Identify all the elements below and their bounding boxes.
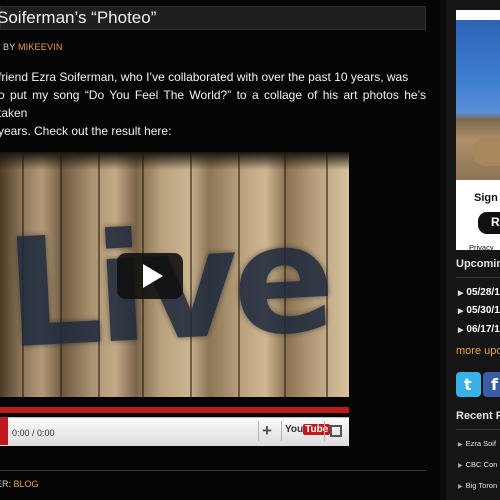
youtube-tube: Tube	[303, 424, 331, 435]
post-title[interactable]: Soiferman’s “Photeo”	[0, 8, 156, 28]
recent-post-item[interactable]: ▶ Ezra Soif	[458, 439, 496, 448]
twitter-icon[interactable]: t	[456, 372, 481, 397]
control-divider	[258, 421, 259, 441]
video-time: 0:00 / 0:00	[12, 428, 55, 438]
control-divider	[281, 421, 282, 441]
sidebar-divider	[456, 429, 500, 430]
arrow-icon: ▶	[458, 290, 464, 297]
signup-widget: Sign R Privacy	[456, 10, 500, 252]
event-date: 05/30/1	[466, 305, 500, 316]
signup-button[interactable]: R	[478, 212, 500, 234]
category-prefix: ER:	[0, 479, 12, 489]
youtube-you: You	[285, 424, 304, 435]
arrow-icon: ▶	[458, 308, 464, 315]
control-left-accent	[0, 417, 8, 445]
post-footer-divider	[0, 470, 426, 471]
video-top-shade	[0, 152, 349, 170]
arrow-icon: ▶	[458, 484, 463, 490]
artist-photo	[456, 20, 500, 180]
event-item[interactable]: ▶ 05/30/1	[458, 305, 500, 316]
post-byline: BY MIKEEVIN	[3, 42, 63, 52]
byline-prefix: BY	[3, 42, 16, 52]
body-line: friend Ezra Soiferman, who I’ve collabor…	[0, 70, 409, 84]
arrow-icon: ▶	[458, 327, 464, 334]
post-body: friend Ezra Soiferman, who I’ve collabor…	[0, 68, 426, 140]
recent-post-title: Big Toron	[465, 481, 498, 490]
category-link[interactable]: BLOG	[14, 479, 39, 489]
fullscreen-icon[interactable]	[330, 425, 342, 437]
event-date: 05/28/1	[466, 287, 500, 298]
arrow-icon: ▶	[458, 463, 463, 469]
recent-post-item[interactable]: ▶ Big Toron	[458, 481, 497, 490]
post-title-bar: Soiferman’s “Photeo”	[0, 6, 426, 30]
recent-posts-heading: Recent P	[456, 410, 500, 422]
upcoming-heading: Upcomin	[456, 258, 500, 270]
main-content: Soiferman’s “Photeo” BY MIKEEVIN friend …	[0, 0, 440, 500]
facebook-glyph: f	[491, 375, 498, 394]
body-line: years. Check out the result here:	[0, 124, 172, 138]
video-player[interactable]: Live	[0, 152, 349, 397]
more-upcoming-link[interactable]: more upc	[456, 345, 500, 357]
sidebar: Sign R Privacy Upcomin ▶ 05/28/1 ▶ 05/30/1…	[446, 0, 500, 500]
control-divider	[324, 421, 325, 441]
post-category: ER: BLOG	[0, 479, 39, 489]
event-item[interactable]: ▶ 05/28/1	[458, 287, 500, 298]
recent-post-title: Ezra Soif	[465, 439, 497, 448]
video-controls: 0:00 / 0:00 + You Tube	[0, 407, 349, 446]
twitter-glyph: t	[464, 375, 472, 394]
event-item[interactable]: ▶ 06/17/1	[458, 324, 500, 335]
signup-button-label: R	[491, 215, 500, 229]
body-line: o put my song “Do You Feel The World?” t…	[0, 88, 426, 120]
recent-post-item[interactable]: ▶ CBC Con	[458, 460, 497, 469]
video-progress-bar[interactable]	[0, 407, 349, 413]
play-button[interactable]	[117, 253, 183, 299]
sidebar-divider	[456, 277, 500, 278]
play-icon	[143, 264, 163, 288]
event-date: 06/17/1	[466, 324, 500, 335]
recent-post-title: CBC Con	[465, 460, 498, 469]
signup-heading: Sign	[474, 192, 498, 204]
facebook-icon[interactable]: f	[483, 372, 500, 397]
photo-cap	[472, 138, 500, 166]
arrow-icon: ▶	[458, 442, 463, 448]
add-to-playlist-icon[interactable]: +	[262, 421, 272, 441]
author-link[interactable]: MIKEEVIN	[18, 42, 63, 52]
privacy-link[interactable]: Privacy	[469, 243, 494, 252]
fullscreen-corner	[336, 431, 342, 437]
